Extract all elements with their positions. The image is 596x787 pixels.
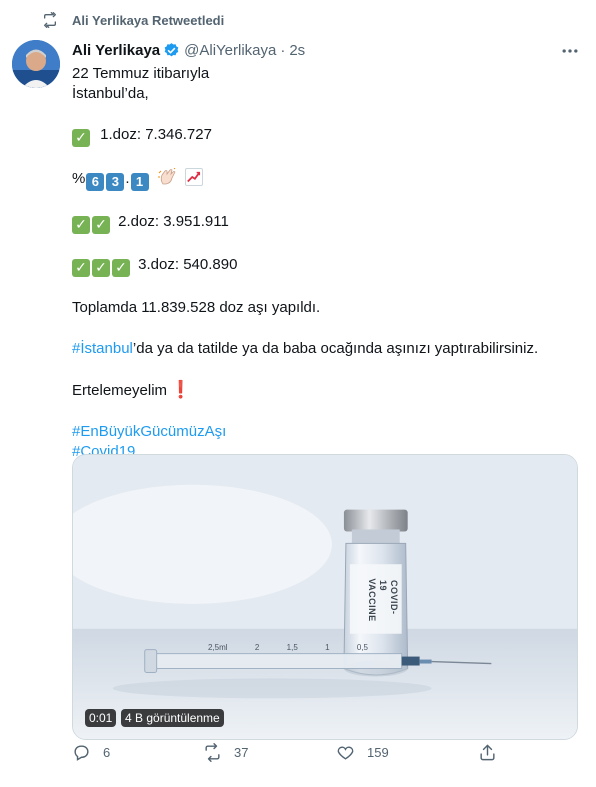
keycap-digit: 1 xyxy=(130,173,149,191)
share-icon xyxy=(480,744,495,760)
check-mark-icon: ✓ xyxy=(72,216,90,234)
check-mark-icon: ✓ xyxy=(72,259,90,277)
clapping-hands-icon xyxy=(157,168,176,185)
check-mark-icon: ✓ xyxy=(112,259,130,277)
author-name[interactable]: Ali Yerlikaya xyxy=(72,42,160,59)
syringe-mark: 1 xyxy=(325,643,330,652)
istanbul-line-text: ’da ya da tatilde ya da baba ocağında aş… xyxy=(132,340,539,357)
separator-dot: · xyxy=(280,42,286,59)
reply-icon xyxy=(74,744,89,761)
keycap-digit: 3 xyxy=(106,173,125,191)
syringe-mark: 2 xyxy=(254,643,260,652)
video-player[interactable]: COVID-19 VACCINE 2,5ml 2 1,5 1 0,5 0:01 … xyxy=(72,454,578,740)
total-line: Toplamda 11.839.528 doz aşı yapıldı. xyxy=(72,299,321,316)
verified-badge-icon xyxy=(164,43,179,57)
vial-label: COVID-19 VACCINE xyxy=(348,578,418,622)
check-mark-icon: ✓ xyxy=(92,259,110,277)
syringe-mark: 1,5 xyxy=(286,643,298,652)
retweet-label: Ali Yerlikaya Retweetledi xyxy=(72,12,225,28)
percent-dot: . xyxy=(125,170,130,187)
syringe-mark: 0,5 xyxy=(356,643,368,652)
dose1-text: 1.doz: 7.346.727 xyxy=(100,126,212,143)
percent-line: % 6 3. 1 xyxy=(72,168,582,191)
keycap-digit: 6 xyxy=(86,173,105,191)
retweet-indicator[interactable]: Ali Yerlikaya Retweetledi xyxy=(42,12,224,28)
author-handle[interactable]: @AliYerlikaya xyxy=(184,42,276,59)
dose3-line: ✓ ✓ ✓ 3.doz: 540.890 xyxy=(72,255,582,277)
retweet-icon xyxy=(44,12,56,28)
tweet-text: 22 Temmuz itibarıyla İstanbul’da, ✓ 1.do… xyxy=(72,64,582,462)
avatar[interactable] xyxy=(12,40,60,88)
dose2-text: 2.doz: 3.951.911 xyxy=(118,213,229,230)
heart-icon xyxy=(337,746,354,760)
tweet-header: Ali Yerlikaya @AliYerlikaya · 2s xyxy=(72,42,580,59)
chart-increasing-icon xyxy=(184,168,203,186)
postpone-text: Ertelemeyelim xyxy=(72,382,168,399)
hashtag-istanbul-link[interactable]: #İstanbul xyxy=(72,340,133,357)
percent-sign: % xyxy=(72,170,86,187)
dose2-line: ✓ ✓ 2.doz: 3.951.911 xyxy=(72,212,582,234)
dose1-line: ✓ 1.doz: 7.346.727 xyxy=(72,125,582,147)
syringe-mark: 2,5ml xyxy=(208,643,228,652)
tweet-line: 22 Temmuz itibarıyla xyxy=(72,65,210,82)
istanbul-line: #İstanbul’da ya da tatilde ya da baba oc… xyxy=(72,339,582,359)
syringe-marks: 2,5ml 2 1,5 1 0,5 xyxy=(208,643,368,652)
view-count-badge: 4 B görüntülenme xyxy=(121,709,224,727)
video-timestamp-badge: 0:01 xyxy=(85,709,117,727)
reply-button[interactable]: 6 xyxy=(72,743,110,762)
exclamation-icon: ❗ xyxy=(170,380,192,399)
vial-label-line1: COVID-19 xyxy=(378,580,400,615)
check-mark-icon: ✓ xyxy=(92,216,110,234)
dose3-text: 3.doz: 540.890 xyxy=(138,256,238,273)
retweet-count: 37 xyxy=(234,744,249,760)
hashtag-enbuyukgucumuzasi-link[interactable]: #EnBüyükGücümüzAşı xyxy=(72,423,226,440)
avatar-image xyxy=(12,40,60,88)
retweet-icon xyxy=(205,742,220,762)
vial-label-line2: VACCINE xyxy=(367,578,378,622)
postpone-line: Ertelemeyelim ❗ xyxy=(72,380,582,401)
retweet-button[interactable]: 37 xyxy=(203,742,249,762)
more-options-icon[interactable] xyxy=(560,41,580,61)
vaccine-vial-image xyxy=(73,455,577,739)
tweet-line: İstanbul’da, xyxy=(72,85,149,102)
reply-count: 6 xyxy=(103,744,111,760)
like-button[interactable]: 159 xyxy=(336,743,389,762)
like-count: 159 xyxy=(367,744,389,760)
share-button[interactable] xyxy=(478,743,509,762)
check-mark-icon: ✓ xyxy=(72,129,90,147)
tweet-timestamp[interactable]: 2s xyxy=(289,42,305,59)
